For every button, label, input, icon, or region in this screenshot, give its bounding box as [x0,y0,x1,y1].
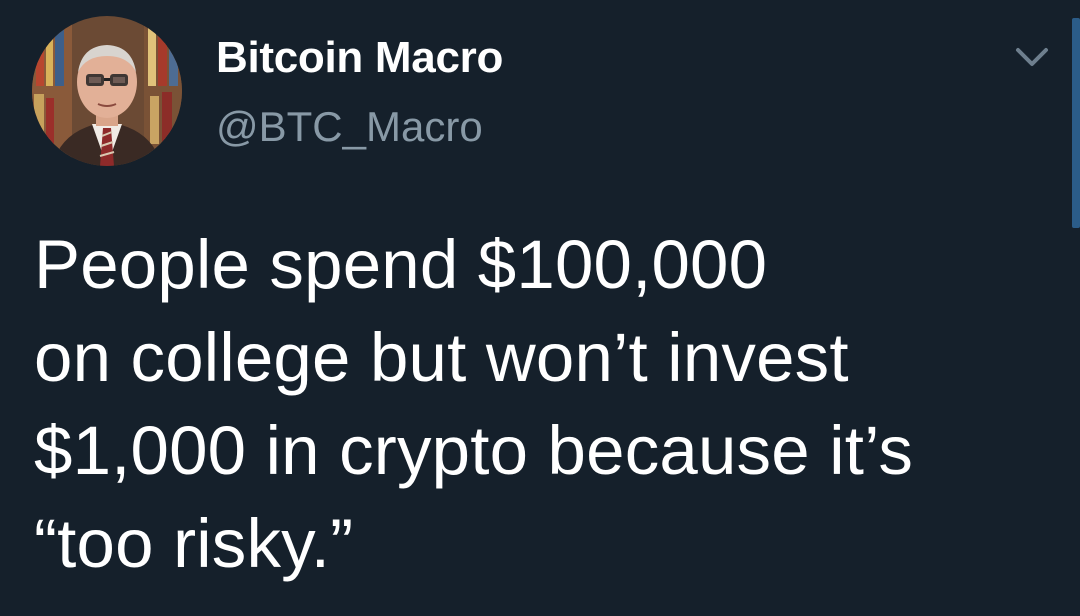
author-handle[interactable]: @BTC_Macro [216,100,483,154]
profile-photo-icon [32,16,182,166]
avatar[interactable] [32,16,182,166]
chevron-down-icon [1016,48,1048,66]
scrollbar-thumb[interactable] [1072,18,1080,228]
author-display-name[interactable]: Bitcoin Macro [216,30,503,86]
tweet-card: Bitcoin Macro @BTC_Macro People spend $1… [0,0,1080,616]
tweet-text-line: on college but won’t invest [34,319,849,396]
tweet-text-line: People spend $100,000 [34,226,768,303]
tweet-text: People spend $100,000 on college but won… [34,218,1044,590]
tweet-menu-button[interactable] [1010,38,1054,78]
tweet-text-line: $1,000 in crypto because it’s [34,412,914,489]
tweet-text-line: “too risky.” [34,505,354,582]
